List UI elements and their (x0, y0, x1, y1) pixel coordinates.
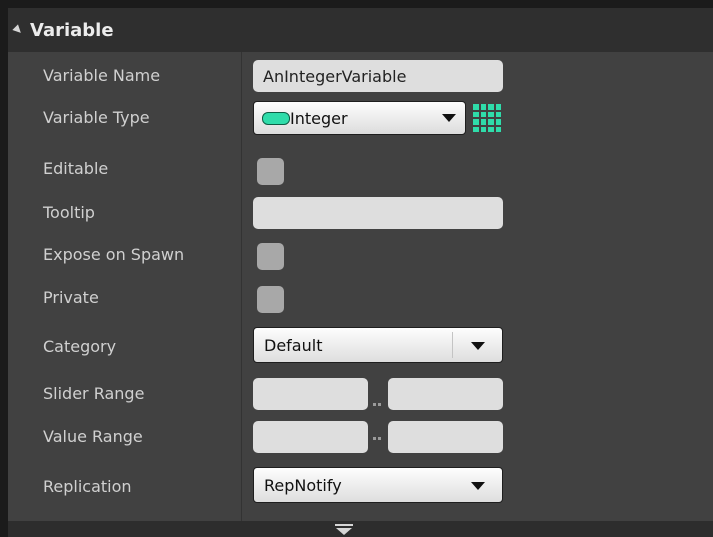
editable-label: Editable (43, 158, 109, 178)
range-separator (378, 403, 381, 406)
range-separator (373, 403, 376, 406)
replication-value: RepNotify (264, 475, 342, 495)
pill-icon (262, 112, 290, 125)
row-tooltip: Tooltip (8, 191, 713, 233)
details-panel: Variable Variable Name AnIntegerVariable… (8, 8, 713, 537)
variable-type-value: Integer (290, 108, 348, 128)
chevron-down-icon (442, 114, 456, 122)
private-label: Private (43, 287, 99, 307)
row-editable: Editable (8, 147, 713, 189)
category-label: Category (43, 336, 117, 356)
grid-icon[interactable] (473, 104, 501, 132)
tooltip-field[interactable] (253, 197, 503, 229)
section-title: Variable (30, 19, 114, 41)
variable-name-label: Variable Name (43, 65, 161, 85)
tooltip-label: Tooltip (43, 202, 95, 222)
row-variable-name: Variable Name AnIntegerVariable (8, 54, 713, 96)
value-range-min-field[interactable] (253, 421, 368, 453)
expose-on-spawn-checkbox[interactable] (257, 243, 284, 270)
row-private: Private (8, 276, 713, 318)
row-expose-on-spawn: Expose on Spawn (8, 233, 713, 275)
expose-on-spawn-label: Expose on Spawn (43, 244, 185, 264)
expand-down-icon[interactable] (335, 524, 353, 535)
variable-type-dropdown[interactable]: Integer (253, 101, 466, 135)
row-slider-range: Slider Range (8, 372, 713, 414)
variable-type-label: Variable Type (43, 107, 150, 127)
variable-name-field[interactable]: AnIntegerVariable (253, 60, 503, 92)
range-separator (378, 437, 381, 440)
chevron-down-icon (471, 482, 485, 490)
private-checkbox[interactable] (257, 286, 284, 313)
row-value-range: Value Range (8, 415, 713, 457)
category-value: Default (264, 335, 323, 355)
row-category: Category Default (8, 325, 713, 367)
slider-range-min-field[interactable] (253, 378, 368, 410)
chevron-down-icon[interactable] (471, 342, 485, 350)
editable-checkbox[interactable] (257, 158, 284, 185)
range-separator (373, 437, 376, 440)
category-combobox[interactable]: Default (253, 327, 503, 363)
value-range-label: Value Range (43, 426, 143, 446)
slider-range-label: Slider Range (43, 383, 145, 403)
row-replication: Replication RepNotify (8, 465, 713, 507)
combobox-separator (452, 332, 453, 358)
row-variable-type: Variable Type Integer (8, 96, 713, 138)
advanced-expander[interactable] (8, 521, 713, 537)
slider-range-max-field[interactable] (388, 378, 503, 410)
collapse-triangle-icon[interactable] (12, 24, 24, 36)
variable-section-header[interactable]: Variable (8, 8, 713, 52)
replication-label: Replication (43, 476, 132, 496)
value-range-max-field[interactable] (388, 421, 503, 453)
replication-dropdown[interactable]: RepNotify (253, 467, 503, 503)
